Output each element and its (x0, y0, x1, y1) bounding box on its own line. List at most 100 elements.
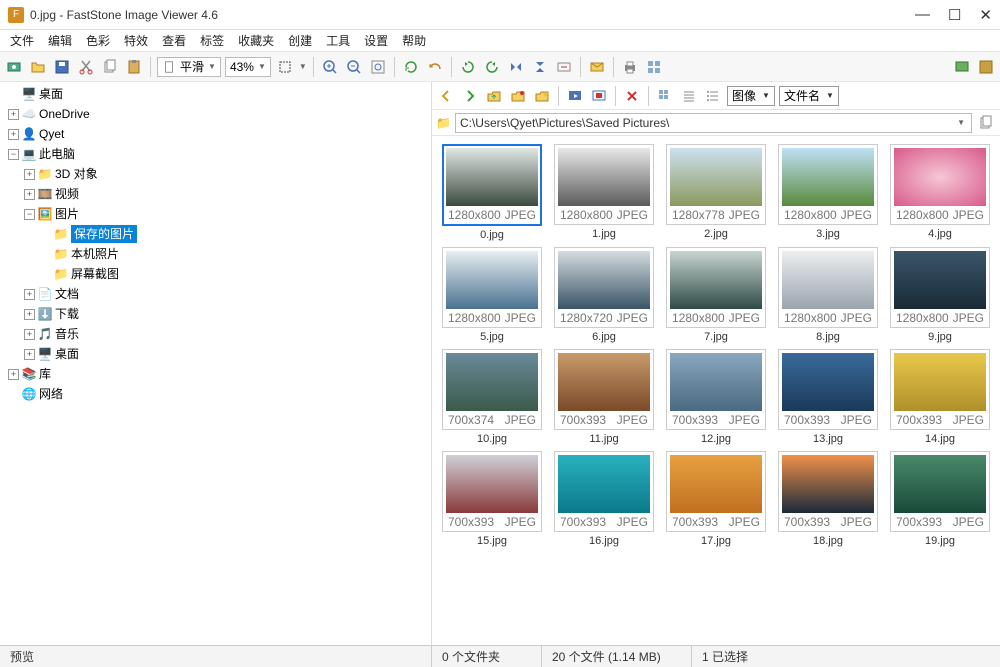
sort-select[interactable]: 文件名▼ (779, 86, 839, 106)
thumbnail-image[interactable] (670, 353, 762, 411)
tree-music[interactable]: 音乐 (55, 325, 79, 343)
expand-button[interactable]: + (8, 109, 19, 120)
expand-button[interactable]: + (24, 329, 35, 340)
open-icon[interactable] (28, 57, 48, 77)
thumbnail-image[interactable] (894, 251, 986, 309)
copy-path-icon[interactable] (976, 113, 996, 133)
flip-horizontal-icon[interactable] (506, 57, 526, 77)
thumbnail-image[interactable] (558, 353, 650, 411)
print-icon[interactable] (620, 57, 640, 77)
close-button[interactable]: ✕ (979, 6, 992, 24)
thumbnail-image[interactable] (446, 353, 538, 411)
thumb-5.jpg[interactable]: 1280x800JPEG5.jpg (438, 247, 546, 343)
tree-local-photos[interactable]: 本机照片 (71, 245, 119, 263)
thumb-18.jpg[interactable]: 700x393JPEG18.jpg (774, 451, 882, 547)
thumb-13.jpg[interactable]: 700x393JPEG13.jpg (774, 349, 882, 445)
rotate-left-icon[interactable] (458, 57, 478, 77)
tree-3d[interactable]: 3D 对象 (55, 165, 98, 183)
menu-4[interactable]: 查看 (156, 30, 192, 51)
tree-user[interactable]: Qyet (39, 125, 64, 143)
undo-icon[interactable] (425, 57, 445, 77)
thumbnail-image[interactable] (558, 251, 650, 309)
flip-vertical-icon[interactable] (530, 57, 550, 77)
thumbnail-image[interactable] (446, 455, 538, 513)
menu-3[interactable]: 特效 (118, 30, 154, 51)
thumb-8.jpg[interactable]: 1280x800JPEG8.jpg (774, 247, 882, 343)
tree-downloads[interactable]: 下载 (55, 305, 79, 323)
thumbnail-image[interactable] (782, 455, 874, 513)
zoom-in-icon[interactable] (320, 57, 340, 77)
menu-5[interactable]: 标签 (194, 30, 230, 51)
thumbnail-image[interactable] (670, 455, 762, 513)
menu-9[interactable]: 设置 (358, 30, 394, 51)
slideshow-icon[interactable] (565, 86, 585, 106)
up-folder-icon[interactable] (484, 86, 504, 106)
select-dropdown[interactable]: ▼ (299, 62, 307, 71)
tree-libraries[interactable]: 库 (39, 365, 51, 383)
rotate-right-icon[interactable] (482, 57, 502, 77)
refresh-icon[interactable] (401, 57, 421, 77)
details-icon[interactable] (679, 86, 699, 106)
maximize-button[interactable]: ☐ (948, 6, 961, 24)
menu-10[interactable]: 帮助 (396, 30, 432, 51)
thumbnail-image[interactable] (782, 148, 874, 206)
tree-screenshots[interactable]: 屏幕截图 (71, 265, 119, 283)
expand-button[interactable]: + (24, 289, 35, 300)
thumb-2.jpg[interactable]: 1280x778JPEG2.jpg (662, 144, 770, 241)
menu-8[interactable]: 工具 (320, 30, 356, 51)
thumbnail-image[interactable] (446, 148, 538, 206)
thumb-6.jpg[interactable]: 1280x720JPEG6.jpg (550, 247, 658, 343)
expand-button[interactable]: + (24, 189, 35, 200)
expand-button[interactable]: + (8, 369, 19, 380)
forward-icon[interactable] (460, 86, 480, 106)
thumbnail-image[interactable] (894, 455, 986, 513)
tree-documents[interactable]: 文档 (55, 285, 79, 303)
thumbnail-image[interactable] (446, 251, 538, 309)
paste-icon[interactable] (124, 57, 144, 77)
expand-button[interactable]: + (24, 169, 35, 180)
filter-select[interactable]: 图像▼ (727, 86, 775, 106)
home-icon[interactable] (508, 86, 528, 106)
thumb-3.jpg[interactable]: 1280x800JPEG3.jpg (774, 144, 882, 241)
thumbnail-image[interactable] (894, 353, 986, 411)
thumb-12.jpg[interactable]: 700x393JPEG12.jpg (662, 349, 770, 445)
thumbnail-image[interactable] (558, 148, 650, 206)
zoom-out-icon[interactable] (344, 57, 364, 77)
expand-button[interactable]: + (24, 309, 35, 320)
thumbnail-image[interactable] (558, 455, 650, 513)
thumbnail-image[interactable] (670, 148, 762, 206)
thumbnail-image[interactable] (782, 353, 874, 411)
wallpaper-icon[interactable] (952, 57, 972, 77)
zoom-percent-select[interactable]: 43% ▼ (225, 57, 271, 77)
tree-network[interactable]: 网络 (39, 385, 63, 403)
zoom-mode-select[interactable]: 平滑 ▼ (157, 57, 221, 77)
back-icon[interactable] (436, 86, 456, 106)
tree-video[interactable]: 视频 (55, 185, 79, 203)
menu-0[interactable]: 文件 (4, 30, 40, 51)
thumb-0.jpg[interactable]: 1280x800JPEG0.jpg (438, 144, 546, 241)
path-input[interactable]: C:\Users\Qyet\Pictures\Saved Pictures\ ▼ (455, 113, 972, 133)
thumb-7.jpg[interactable]: 1280x800JPEG7.jpg (662, 247, 770, 343)
tree-saved-pictures[interactable]: 保存的图片 (71, 225, 137, 243)
thumb-14.jpg[interactable]: 700x393JPEG14.jpg (886, 349, 994, 445)
thumbnail-image[interactable] (670, 251, 762, 309)
menu-1[interactable]: 编辑 (42, 30, 78, 51)
tree-onedrive[interactable]: OneDrive (39, 105, 90, 123)
select-icon[interactable] (275, 57, 295, 77)
menu-6[interactable]: 收藏夹 (232, 30, 280, 51)
thumb-17.jpg[interactable]: 700x393JPEG17.jpg (662, 451, 770, 547)
menu-2[interactable]: 色彩 (80, 30, 116, 51)
delete-icon[interactable] (622, 86, 642, 106)
settings-icon[interactable] (976, 57, 996, 77)
tree-pictures[interactable]: 图片 (55, 205, 79, 223)
tree-desktop2[interactable]: 桌面 (55, 345, 79, 363)
thumbnail-image[interactable] (894, 148, 986, 206)
collapse-button[interactable]: − (8, 149, 19, 160)
save-icon[interactable] (52, 57, 72, 77)
expand-button[interactable]: + (24, 349, 35, 360)
expand-button[interactable]: + (8, 129, 19, 140)
thumbnails-icon[interactable] (655, 86, 675, 106)
cut-icon[interactable] (76, 57, 96, 77)
favorites-icon[interactable] (532, 86, 552, 106)
thumb-15.jpg[interactable]: 700x393JPEG15.jpg (438, 451, 546, 547)
